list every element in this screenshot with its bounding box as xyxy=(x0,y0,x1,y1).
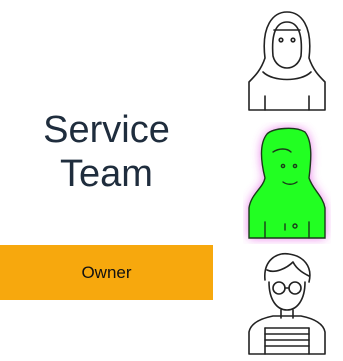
person-glasses-icon xyxy=(243,248,331,358)
person-hijab-icon xyxy=(243,6,331,116)
team-label-line2: Team xyxy=(60,153,153,195)
team-label: Service Team xyxy=(0,108,213,196)
owner-badge: Owner xyxy=(0,245,213,300)
person-highlighted-icon xyxy=(243,122,331,244)
owner-badge-label: Owner xyxy=(81,262,132,282)
team-label-line1: Service xyxy=(43,109,170,151)
